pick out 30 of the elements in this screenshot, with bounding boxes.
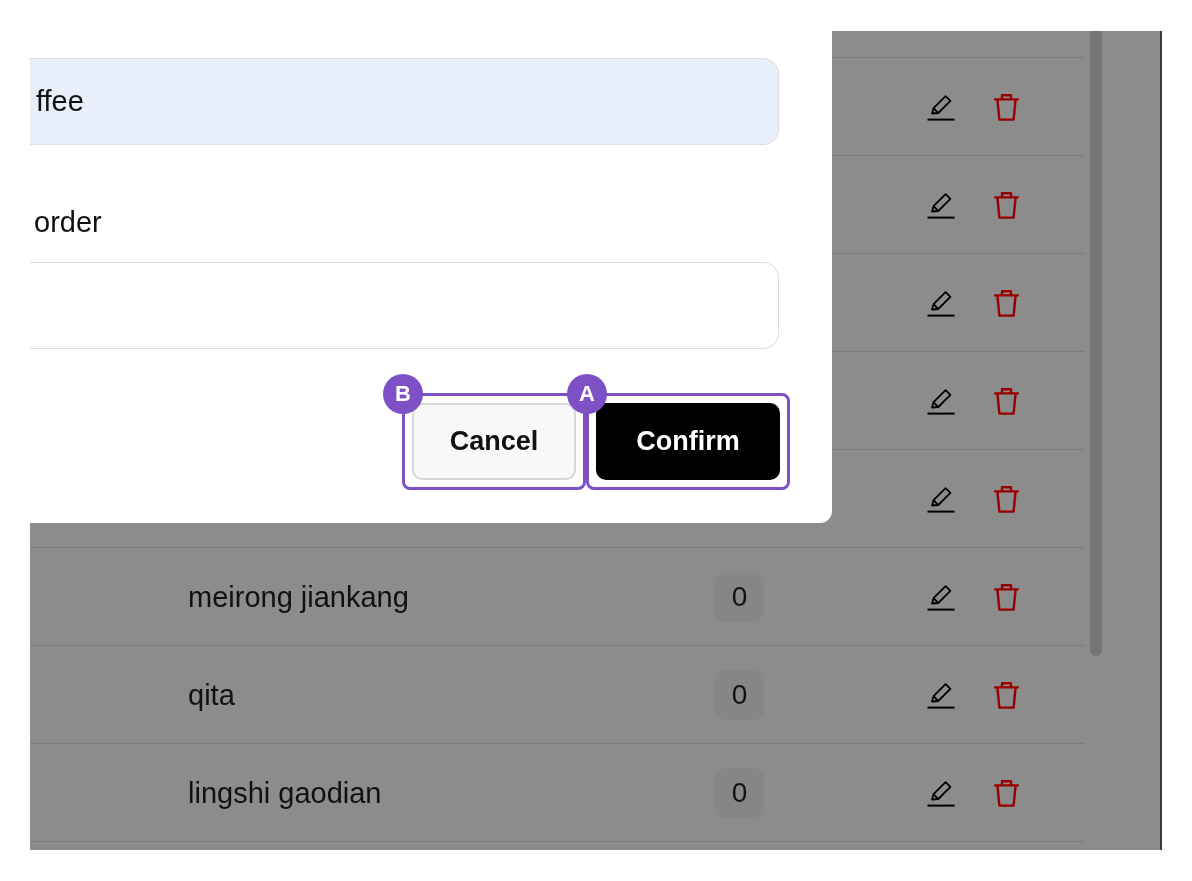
table-cell-text: lingshi gaodian <box>188 775 382 811</box>
pencil-icon[interactable] <box>927 386 955 415</box>
pencil-icon[interactable] <box>927 680 955 709</box>
table-cell-text: meirong jiankang <box>188 579 409 615</box>
trash-icon[interactable] <box>993 386 1020 415</box>
marker-badge: B <box>383 374 423 414</box>
count-badge: 0 <box>715 767 764 818</box>
cancel-button[interactable]: Cancel <box>412 403 576 480</box>
text-field[interactable]: ffee <box>30 58 779 145</box>
trash-icon[interactable] <box>993 582 1020 611</box>
trash-icon[interactable] <box>993 92 1020 121</box>
confirm-button[interactable]: Confirm <box>596 403 780 480</box>
text-field[interactable] <box>30 262 779 349</box>
marker-badge: A <box>567 374 607 414</box>
count-badge: 0 <box>715 669 764 720</box>
pencil-icon[interactable] <box>927 92 955 121</box>
table-cell-text: qita <box>188 677 235 713</box>
trash-icon[interactable] <box>993 190 1020 219</box>
pencil-icon[interactable] <box>927 288 955 317</box>
scrollbar-thumb[interactable] <box>1090 31 1102 656</box>
trash-icon[interactable] <box>993 484 1020 513</box>
pencil-icon[interactable] <box>927 190 955 219</box>
field-label: order <box>34 205 102 239</box>
pencil-icon[interactable] <box>927 484 955 513</box>
trash-icon[interactable] <box>993 778 1020 807</box>
trash-icon[interactable] <box>993 680 1020 709</box>
count-badge: 0 <box>715 571 764 622</box>
pencil-icon[interactable] <box>927 582 955 611</box>
trash-icon[interactable] <box>993 288 1020 317</box>
pencil-icon[interactable] <box>927 778 955 807</box>
